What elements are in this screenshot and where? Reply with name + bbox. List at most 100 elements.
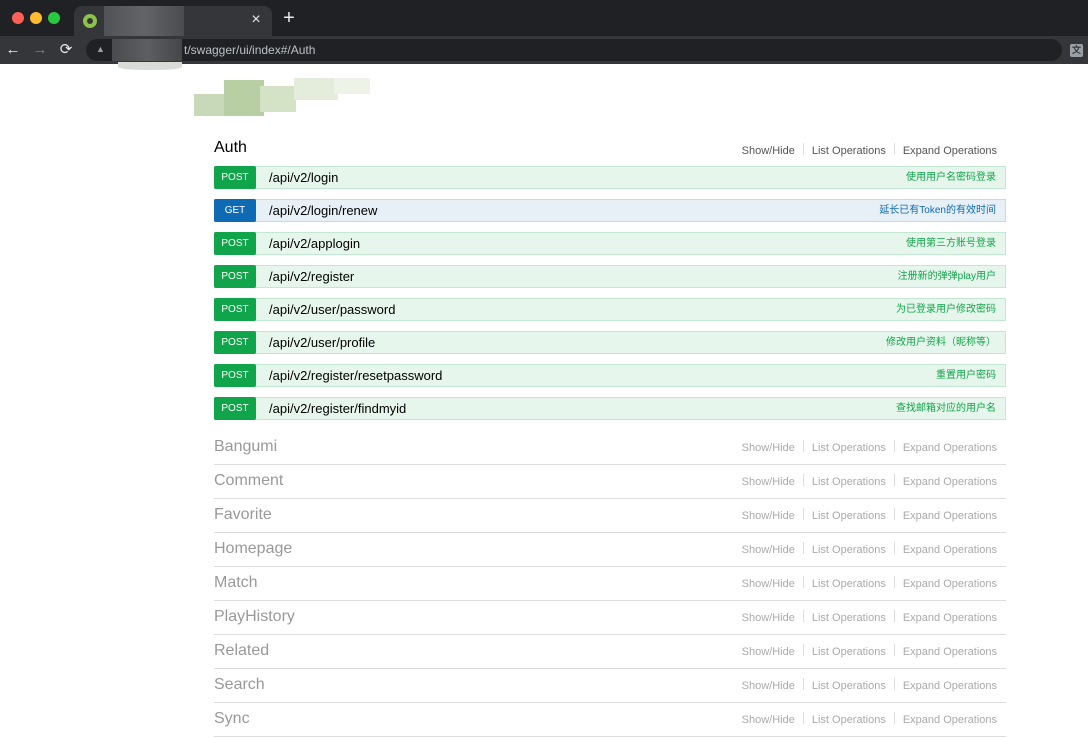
expand-operations-link[interactable]: Expand Operations <box>903 476 997 488</box>
operation-path[interactable]: /api/v2/login/renew <box>269 200 377 221</box>
operation-path[interactable]: /api/v2/user/profile <box>269 332 375 353</box>
operation-summary[interactable]: 延长已有Token的有效时间 <box>879 200 996 221</box>
list-operations-link[interactable]: List Operations <box>812 646 886 658</box>
operation-summary[interactable]: 使用用户名密码登录 <box>906 167 996 188</box>
reload-icon[interactable]: ⟳ <box>56 40 76 60</box>
resource-name[interactable]: Favorite <box>214 498 272 532</box>
list-operations-link[interactable]: List Operations <box>812 578 886 590</box>
operation-summary[interactable]: 重置用户密码 <box>936 365 996 386</box>
browser-titlebar: × + <box>0 0 1088 36</box>
show-hide-link[interactable]: Show/Hide <box>742 476 795 488</box>
translate-icon[interactable]: 文 <box>1070 44 1083 57</box>
list-operations-link[interactable]: List Operations <box>812 510 886 522</box>
show-hide-link[interactable]: Show/Hide <box>742 510 795 522</box>
http-method-badge[interactable]: POST <box>214 397 256 420</box>
resource-name[interactable]: Comment <box>214 464 283 498</box>
resource-name[interactable]: Homepage <box>214 532 292 566</box>
divider <box>802 440 804 452</box>
expand-operations-link[interactable]: Expand Operations <box>903 510 997 522</box>
resource-name[interactable]: Match <box>214 566 258 600</box>
operation-path[interactable]: /api/v2/register/resetpassword <box>269 365 442 386</box>
resource-links: Show/Hide List Operations Expand Operation… <box>742 702 997 738</box>
resource-auth: Auth Show/Hide List Operations Expand Oper… <box>214 134 1006 168</box>
http-method-badge[interactable]: POST <box>214 298 256 321</box>
http-method-badge[interactable]: POST <box>214 364 256 387</box>
list-operations-link[interactable]: List Operations <box>812 145 886 157</box>
resource-links: Show/Hide List Operations Expand Operation… <box>742 532 997 568</box>
expand-operations-link[interactable]: Expand Operations <box>903 578 997 590</box>
operation-summary[interactable]: 注册新的弹弹play用户 <box>898 266 996 287</box>
forward-arrow-icon[interactable]: → <box>30 40 50 60</box>
close-window-button[interactable] <box>12 12 24 24</box>
show-hide-link[interactable]: Show/Hide <box>742 646 795 658</box>
expand-operations-link[interactable]: Expand Operations <box>903 145 997 157</box>
resource-name[interactable]: Sync <box>214 702 250 736</box>
operation-row[interactable]: POST/api/v2/applogin 使用第三方账号登录 <box>214 232 1006 255</box>
expand-operations-link[interactable]: Expand Operations <box>903 646 997 658</box>
redaction-blur <box>118 62 182 70</box>
resource-name[interactable]: PlayHistory <box>214 600 295 634</box>
show-hide-link[interactable]: Show/Hide <box>742 544 795 556</box>
expand-operations-link[interactable]: Expand Operations <box>903 442 997 454</box>
resource-match: Match Show/Hide List Operations Expand Oper… <box>214 566 1006 601</box>
list-operations-link[interactable]: List Operations <box>812 680 886 692</box>
resource-name[interactable]: Search <box>214 668 265 702</box>
show-hide-link[interactable]: Show/Hide <box>742 714 795 726</box>
url-text[interactable]: t/swagger/ui/index#/Auth <box>184 39 315 61</box>
show-hide-link[interactable]: Show/Hide <box>742 612 795 624</box>
resource-name[interactable]: Auth <box>214 131 247 165</box>
operation-summary[interactable]: 使用第三方账号登录 <box>906 233 996 254</box>
operation-path[interactable]: /api/v2/register/findmyid <box>269 398 406 419</box>
show-hide-link[interactable]: Show/Hide <box>742 442 795 454</box>
operation-row[interactable]: GET/api/v2/login/renew 延长已有Token的有效时间 <box>214 199 1006 222</box>
minimize-window-button[interactable] <box>30 12 42 24</box>
show-hide-link[interactable]: Show/Hide <box>742 145 795 157</box>
maximize-window-button[interactable] <box>48 12 60 24</box>
expand-operations-link[interactable]: Expand Operations <box>903 544 997 556</box>
divider <box>893 712 895 724</box>
operation-row[interactable]: POST/api/v2/register/resetpassword 重置用户密码 <box>214 364 1006 387</box>
operation-path[interactable]: /api/v2/applogin <box>269 233 360 254</box>
http-method-badge[interactable]: POST <box>214 232 256 255</box>
divider <box>802 712 804 724</box>
show-hide-link[interactable]: Show/Hide <box>742 680 795 692</box>
expand-operations-link[interactable]: Expand Operations <box>903 680 997 692</box>
resource-homepage: Homepage Show/Hide List Operations Expand O… <box>214 532 1006 567</box>
operation-summary[interactable]: 为已登录用户修改密码 <box>896 299 996 320</box>
operation-row[interactable]: POST/api/v2/user/password 为已登录用户修改密码 <box>214 298 1006 321</box>
back-arrow-icon[interactable]: ← <box>3 40 23 60</box>
operation-path[interactable]: /api/v2/register <box>269 266 354 287</box>
expand-operations-link[interactable]: Expand Operations <box>903 612 997 624</box>
operation-row[interactable]: POST/api/v2/register 注册新的弹弹play用户 <box>214 265 1006 288</box>
operation-path[interactable]: /api/v2/user/password <box>269 299 395 320</box>
http-method-badge[interactable]: POST <box>214 265 256 288</box>
resource-name[interactable]: Bangumi <box>214 430 277 464</box>
http-method-badge[interactable]: GET <box>214 199 256 222</box>
list-operations-link[interactable]: List Operations <box>812 714 886 726</box>
show-hide-link[interactable]: Show/Hide <box>742 578 795 590</box>
browser-tab[interactable]: × <box>74 6 272 36</box>
operation-row[interactable]: POST/api/v2/user/profile 修改用户资料（昵称等） <box>214 331 1006 354</box>
operation-summary[interactable]: 查找邮箱对应的用户名 <box>896 398 996 419</box>
resource-name[interactable]: Related <box>214 634 269 668</box>
lock-icon[interactable]: ▲ <box>96 45 105 54</box>
resource-related: Related Show/Hide List Operations Expand Op… <box>214 634 1006 669</box>
list-operations-link[interactable]: List Operations <box>812 442 886 454</box>
list-operations-link[interactable]: List Operations <box>812 612 886 624</box>
operation-row[interactable]: POST/api/v2/login 使用用户名密码登录 <box>214 166 1006 189</box>
http-method-badge[interactable]: POST <box>214 166 256 189</box>
expand-operations-link[interactable]: Expand Operations <box>903 714 997 726</box>
operation-row[interactable]: POST/api/v2/register/findmyid 查找邮箱对应的用户名 <box>214 397 1006 420</box>
divider <box>802 610 804 622</box>
divider <box>893 474 895 486</box>
list-operations-link[interactable]: List Operations <box>812 544 886 556</box>
list-operations-link[interactable]: List Operations <box>812 476 886 488</box>
http-method-badge[interactable]: POST <box>214 331 256 354</box>
address-bar[interactable]: ▲ t/swagger/ui/index#/Auth <box>86 39 1062 61</box>
operation-summary[interactable]: 修改用户资料（昵称等） <box>886 332 996 353</box>
resource-search: Search Show/Hide List Operations Expand Ope… <box>214 668 1006 703</box>
resource-links: Show/Hide List Operations Expand Operation… <box>742 634 997 670</box>
operation-path[interactable]: /api/v2/login <box>269 167 338 188</box>
tab-close-icon[interactable]: × <box>248 12 264 28</box>
new-tab-button[interactable]: + <box>280 8 298 28</box>
